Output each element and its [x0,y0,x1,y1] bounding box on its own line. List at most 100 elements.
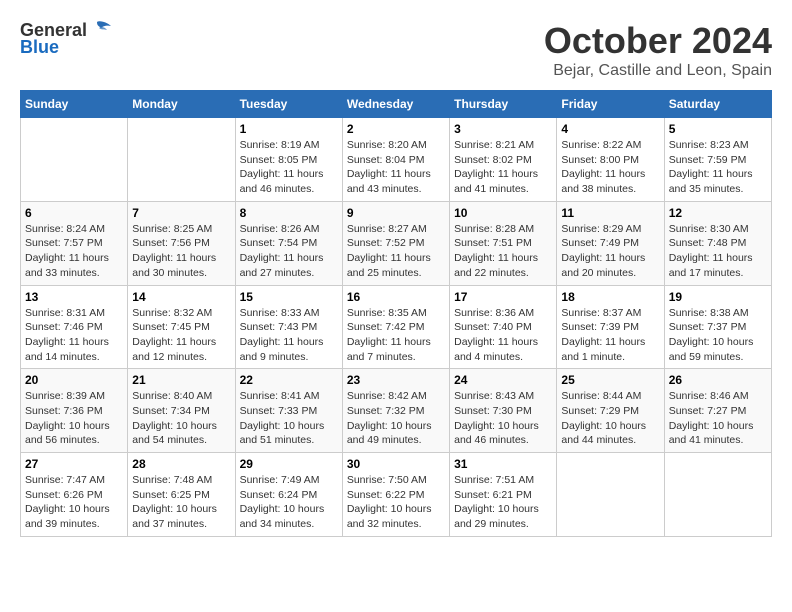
day-info: Sunrise: 8:19 AM Sunset: 8:05 PM Dayligh… [240,138,338,197]
day-info: Sunrise: 8:32 AM Sunset: 7:45 PM Dayligh… [132,306,230,365]
day-info: Sunrise: 8:37 AM Sunset: 7:39 PM Dayligh… [561,306,659,365]
calendar-week-row: 27Sunrise: 7:47 AM Sunset: 6:26 PM Dayli… [21,453,772,537]
calendar-table: Sunday Monday Tuesday Wednesday Thursday… [20,90,772,537]
calendar-week-row: 13 Sunrise: 8:31 AM Sunset: 7:46 PM Dayli… [21,285,772,369]
day-number: 13 [25,290,123,304]
day-info: Sunrise: 8:30 AM Sunset: 7:48 PM Dayligh… [669,222,767,281]
day-number: 21 [132,373,230,387]
day-number: 17 [454,290,552,304]
day-info: Sunrise: 8:24 AM Sunset: 7:57 PM Dayligh… [25,222,123,281]
logo-blue-text: Blue [20,37,59,58]
col-saturday: Saturday [664,91,771,118]
day-number: 14 [132,290,230,304]
day-info: Sunrise: 8:40 AM Sunset: 7:34 PM Dayligh… [132,389,230,448]
day-number: 20 [25,373,123,387]
day-number: 31 [454,457,552,471]
page-header: General Blue October 2024 Bejar, Castill… [20,20,772,80]
day-number: 5 [669,122,767,136]
day-info: Sunrise: 8:33 AM Sunset: 7:43 PM Dayligh… [240,306,338,365]
month-title: October 2024 [544,20,772,62]
calendar-cell: 6 Sunrise: 8:24 AM Sunset: 7:57 PM Daylig… [21,201,128,285]
day-number: 25 [561,373,659,387]
day-number: 1 [240,122,338,136]
day-number: 6 [25,206,123,220]
calendar-cell: 1 Sunrise: 8:19 AM Sunset: 8:05 PM Daylig… [235,118,342,202]
day-info: Sunrise: 8:38 AM Sunset: 7:37 PM Dayligh… [669,306,767,365]
day-number: 26 [669,373,767,387]
calendar-cell: 4 Sunrise: 8:22 AM Sunset: 8:00 PM Daylig… [557,118,664,202]
col-thursday: Thursday [450,91,557,118]
day-info: Sunrise: 7:49 AM Sunset: 6:24 PM Dayligh… [240,473,338,532]
day-number: 8 [240,206,338,220]
day-info: Sunrise: 7:48 AM Sunset: 6:25 PM Dayligh… [132,473,230,532]
day-info: Sunrise: 8:31 AM Sunset: 7:46 PM Dayligh… [25,306,123,365]
calendar-cell: 7 Sunrise: 8:25 AM Sunset: 7:56 PM Daylig… [128,201,235,285]
day-info: Sunrise: 8:25 AM Sunset: 7:56 PM Dayligh… [132,222,230,281]
calendar-cell: 11Sunrise: 8:29 AM Sunset: 7:49 PM Dayli… [557,201,664,285]
calendar-cell: 18 Sunrise: 8:37 AM Sunset: 7:39 PM Dayli… [557,285,664,369]
calendar-cell: 28 Sunrise: 7:48 AM Sunset: 6:25 PM Dayli… [128,453,235,537]
calendar-cell: 17 Sunrise: 8:36 AM Sunset: 7:40 PM Dayli… [450,285,557,369]
day-number: 19 [669,290,767,304]
title-area: October 2024 Bejar, Castille and Leon, S… [544,20,772,80]
calendar-cell: 31Sunrise: 7:51 AM Sunset: 6:21 PM Dayli… [450,453,557,537]
day-number: 23 [347,373,445,387]
logo: General Blue [20,20,111,58]
day-number: 3 [454,122,552,136]
col-wednesday: Wednesday [342,91,449,118]
calendar-week-row: 20 Sunrise: 8:39 AM Sunset: 7:36 PM Dayli… [21,369,772,453]
day-info: Sunrise: 8:36 AM Sunset: 7:40 PM Dayligh… [454,306,552,365]
calendar-cell: 8 Sunrise: 8:26 AM Sunset: 7:54 PM Daylig… [235,201,342,285]
calendar-cell: 25Sunrise: 8:44 AM Sunset: 7:29 PM Dayli… [557,369,664,453]
location-title: Bejar, Castille and Leon, Spain [544,62,772,80]
calendar-cell [128,118,235,202]
calendar-cell: 22Sunrise: 8:41 AM Sunset: 7:33 PM Dayli… [235,369,342,453]
calendar-week-row: 1 Sunrise: 8:19 AM Sunset: 8:05 PM Daylig… [21,118,772,202]
calendar-cell: 2Sunrise: 8:20 AM Sunset: 8:04 PM Daylig… [342,118,449,202]
day-number: 24 [454,373,552,387]
day-number: 11 [561,206,659,220]
day-number: 15 [240,290,338,304]
day-info: Sunrise: 7:50 AM Sunset: 6:22 PM Dayligh… [347,473,445,532]
calendar-week-row: 6 Sunrise: 8:24 AM Sunset: 7:57 PM Daylig… [21,201,772,285]
calendar-cell: 30 Sunrise: 7:50 AM Sunset: 6:22 PM Dayli… [342,453,449,537]
calendar-cell: 20 Sunrise: 8:39 AM Sunset: 7:36 PM Dayli… [21,369,128,453]
calendar-header-row: Sunday Monday Tuesday Wednesday Thursday… [21,91,772,118]
day-info: Sunrise: 8:39 AM Sunset: 7:36 PM Dayligh… [25,389,123,448]
calendar-cell: 13 Sunrise: 8:31 AM Sunset: 7:46 PM Dayli… [21,285,128,369]
calendar-cell: 15 Sunrise: 8:33 AM Sunset: 7:43 PM Dayli… [235,285,342,369]
logo-bird-icon [89,20,111,38]
day-info: Sunrise: 8:21 AM Sunset: 8:02 PM Dayligh… [454,138,552,197]
day-number: 28 [132,457,230,471]
calendar-cell: 10Sunrise: 8:28 AM Sunset: 7:51 PM Dayli… [450,201,557,285]
day-info: Sunrise: 8:28 AM Sunset: 7:51 PM Dayligh… [454,222,552,281]
calendar-cell: 29Sunrise: 7:49 AM Sunset: 6:24 PM Dayli… [235,453,342,537]
calendar-cell: 3 Sunrise: 8:21 AM Sunset: 8:02 PM Daylig… [450,118,557,202]
day-number: 2 [347,122,445,136]
day-number: 16 [347,290,445,304]
col-monday: Monday [128,91,235,118]
calendar-cell: 23 Sunrise: 8:42 AM Sunset: 7:32 PM Dayli… [342,369,449,453]
day-info: Sunrise: 8:27 AM Sunset: 7:52 PM Dayligh… [347,222,445,281]
calendar-cell: 12Sunrise: 8:30 AM Sunset: 7:48 PM Dayli… [664,201,771,285]
day-number: 7 [132,206,230,220]
calendar-cell: 16 Sunrise: 8:35 AM Sunset: 7:42 PM Dayli… [342,285,449,369]
day-info: Sunrise: 8:43 AM Sunset: 7:30 PM Dayligh… [454,389,552,448]
calendar-cell [664,453,771,537]
day-info: Sunrise: 8:22 AM Sunset: 8:00 PM Dayligh… [561,138,659,197]
col-friday: Friday [557,91,664,118]
day-number: 22 [240,373,338,387]
day-info: Sunrise: 8:23 AM Sunset: 7:59 PM Dayligh… [669,138,767,197]
day-number: 4 [561,122,659,136]
calendar-cell: 9Sunrise: 8:27 AM Sunset: 7:52 PM Daylig… [342,201,449,285]
day-info: Sunrise: 8:26 AM Sunset: 7:54 PM Dayligh… [240,222,338,281]
day-number: 27 [25,457,123,471]
day-info: Sunrise: 8:42 AM Sunset: 7:32 PM Dayligh… [347,389,445,448]
day-number: 18 [561,290,659,304]
day-number: 30 [347,457,445,471]
calendar-cell [557,453,664,537]
calendar-cell: 21 Sunrise: 8:40 AM Sunset: 7:34 PM Dayli… [128,369,235,453]
col-sunday: Sunday [21,91,128,118]
day-info: Sunrise: 8:35 AM Sunset: 7:42 PM Dayligh… [347,306,445,365]
calendar-cell [21,118,128,202]
